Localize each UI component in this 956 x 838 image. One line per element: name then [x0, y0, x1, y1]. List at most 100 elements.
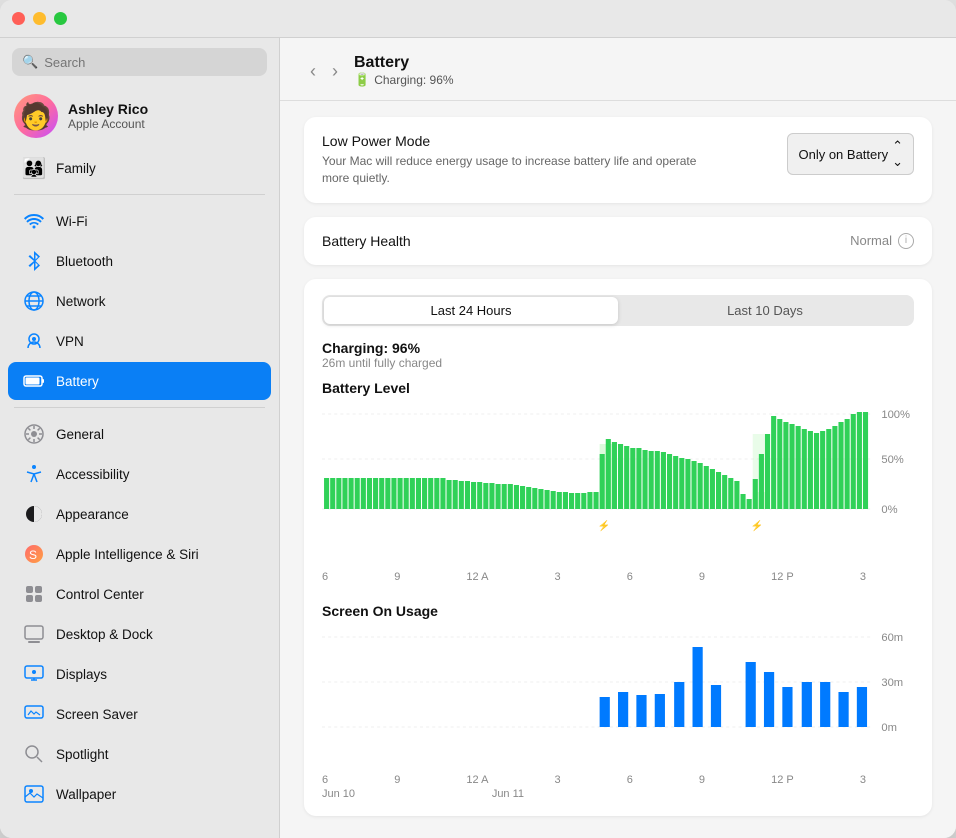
appearance-label: Appearance	[56, 507, 129, 522]
bh-right: Normal i	[850, 233, 914, 249]
control-center-icon	[22, 582, 46, 606]
sidebar-item-spotlight[interactable]: Spotlight	[8, 735, 271, 773]
svg-text:50%: 50%	[881, 454, 904, 466]
svg-text:⚡: ⚡	[598, 519, 611, 532]
lpm-row: Low Power Mode Your Mac will reduce ener…	[322, 133, 914, 187]
sidebar-item-general[interactable]: General	[8, 415, 271, 453]
bluetooth-icon	[22, 249, 46, 273]
battery-level-title: Battery Level	[322, 380, 914, 396]
spotlight-icon	[22, 742, 46, 766]
appearance-icon	[22, 502, 46, 526]
sidebar-divider-2	[14, 407, 265, 408]
nav-arrows: ‹ ›	[304, 59, 344, 84]
wallpaper-icon	[22, 782, 46, 806]
main-window: 🔍 🧑 Ashley Rico Apple Account 👨‍👩‍👧 Fami	[0, 0, 956, 838]
sidebar-item-wallpaper[interactable]: Wallpaper	[8, 775, 271, 813]
svg-text:0%: 0%	[881, 504, 897, 516]
page-subtitle: 🔋 Charging: 96%	[354, 72, 454, 88]
battery-icon	[22, 369, 46, 393]
battery-health-status: Normal	[850, 233, 892, 248]
avatar: 🧑	[14, 94, 58, 138]
apple-intelligence-icon: S	[22, 542, 46, 566]
sidebar-item-screen-saver[interactable]: Screen Saver	[8, 695, 271, 733]
svg-text:S: S	[29, 548, 37, 562]
sidebar-item-network[interactable]: Network	[8, 282, 271, 320]
screen-chart-container: 60m 30m 0m	[322, 627, 914, 772]
battery-health-row: Battery Health Normal i	[322, 233, 914, 249]
charging-info: Charging: 96% 26m until fully charged	[322, 340, 914, 370]
family-icon: 👨‍👩‍👧	[22, 156, 46, 180]
lpm-option: Only on Battery	[798, 147, 888, 162]
charging-icon: 🔋	[354, 72, 370, 88]
sidebar-item-desktop-dock[interactable]: Desktop & Dock	[8, 615, 271, 653]
main-title-block: Battery 🔋 Charging: 96%	[354, 54, 454, 88]
content-body: Low Power Mode Your Mac will reduce ener…	[280, 101, 956, 838]
account-section[interactable]: 🧑 Ashley Rico Apple Account	[0, 84, 279, 148]
screen-saver-label: Screen Saver	[56, 707, 138, 722]
svg-text:0m: 0m	[881, 722, 897, 734]
accessibility-icon	[22, 462, 46, 486]
battery-chart: 100% 50% 0%	[322, 404, 914, 564]
forward-button[interactable]: ›	[326, 59, 344, 84]
lpm-select[interactable]: Only on Battery ⌃⌄	[787, 133, 914, 175]
screen-date-labels: Jun 10 Jun 11	[322, 786, 914, 800]
content-area: 🔍 🧑 Ashley Rico Apple Account 👨‍👩‍👧 Fami	[0, 38, 956, 838]
minimize-button[interactable]	[33, 12, 46, 25]
avatar-emoji: 🧑	[20, 103, 52, 129]
desktop-dock-label: Desktop & Dock	[56, 627, 153, 642]
page-title: Battery	[354, 54, 454, 72]
accessibility-label: Accessibility	[56, 467, 130, 482]
battery-label: Battery	[56, 374, 99, 389]
tab-10d[interactable]: Last 10 Days	[618, 297, 912, 324]
battery-chart-container: 100% 50% 0%	[322, 404, 914, 569]
bluetooth-label: Bluetooth	[56, 254, 113, 269]
sidebar: 🔍 🧑 Ashley Rico Apple Account 👨‍👩‍👧 Fami	[0, 38, 280, 838]
tab-24h[interactable]: Last 24 Hours	[324, 297, 618, 324]
maximize-button[interactable]	[54, 12, 67, 25]
chart-card: Last 24 Hours Last 10 Days Charging: 96%…	[304, 279, 932, 816]
sidebar-item-battery[interactable]: Battery	[8, 362, 271, 400]
displays-label: Displays	[56, 667, 107, 682]
sidebar-item-vpn[interactable]: VPN	[8, 322, 271, 360]
screen-x-labels: 6 9 12 A 3 6 9 12 P 3	[322, 772, 914, 786]
sidebar-item-accessibility[interactable]: Accessibility	[8, 455, 271, 493]
svg-text:60m: 60m	[881, 632, 903, 644]
screen-usage-title: Screen On Usage	[322, 603, 914, 619]
family-label: Family	[56, 161, 96, 176]
search-icon: 🔍	[22, 54, 38, 70]
titlebar	[0, 0, 956, 38]
sidebar-item-control-center[interactable]: Control Center	[8, 575, 271, 613]
search-box[interactable]: 🔍	[12, 48, 267, 76]
charging-time: 26m until fully charged	[322, 356, 914, 370]
screen-chart: 60m 30m 0m	[322, 627, 914, 767]
battery-health-title: Battery Health	[322, 233, 411, 249]
screen-saver-icon	[22, 702, 46, 726]
battery-health-card: Battery Health Normal i	[304, 217, 932, 265]
close-button[interactable]	[12, 12, 25, 25]
svg-text:⚡: ⚡	[751, 519, 764, 532]
wifi-label: Wi-Fi	[56, 214, 87, 229]
sidebar-divider-1	[14, 194, 265, 195]
account-subtitle: Apple Account	[68, 117, 148, 131]
battery-x-labels: 6 9 12 A 3 6 9 12 P 3	[322, 569, 914, 583]
back-button[interactable]: ‹	[304, 59, 322, 84]
main-header: ‹ › Battery 🔋 Charging: 96%	[280, 38, 956, 101]
sidebar-item-displays[interactable]: Displays	[8, 655, 271, 693]
sidebar-item-family[interactable]: 👨‍👩‍👧 Family	[8, 149, 271, 187]
sidebar-item-wifi[interactable]: Wi-Fi	[8, 202, 271, 240]
search-input[interactable]	[44, 55, 257, 70]
wallpaper-label: Wallpaper	[56, 787, 116, 802]
sidebar-item-apple-intelligence[interactable]: S Apple Intelligence & Siri	[8, 535, 271, 573]
sidebar-item-bluetooth[interactable]: Bluetooth	[8, 242, 271, 280]
account-name: Ashley Rico	[68, 101, 148, 117]
charging-status: Charging: 96%	[322, 340, 914, 356]
vpn-icon	[22, 329, 46, 353]
info-icon[interactable]: i	[898, 233, 914, 249]
lpm-description: Your Mac will reduce energy usage to inc…	[322, 153, 702, 187]
main-content: ‹ › Battery 🔋 Charging: 96% Low Po	[280, 38, 956, 838]
low-power-mode-card: Low Power Mode Your Mac will reduce ener…	[304, 117, 932, 203]
sidebar-item-appearance[interactable]: Appearance	[8, 495, 271, 533]
wifi-icon	[22, 209, 46, 233]
svg-text:30m: 30m	[881, 677, 903, 689]
spotlight-label: Spotlight	[56, 747, 109, 762]
